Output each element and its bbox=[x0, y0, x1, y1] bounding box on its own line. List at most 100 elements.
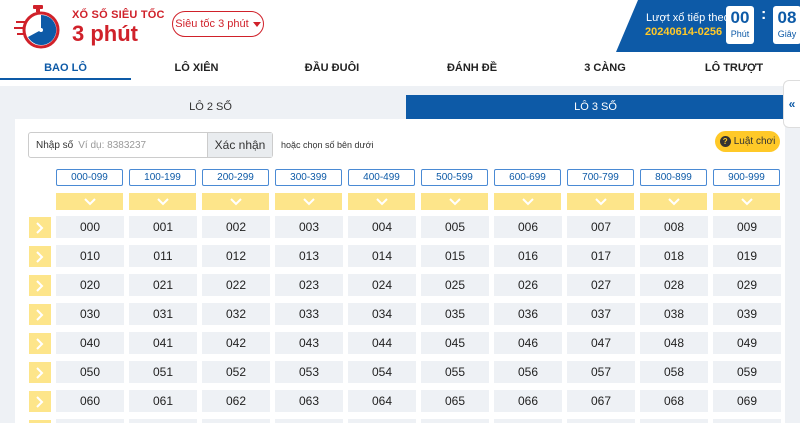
number-cell[interactable]: 007 bbox=[567, 216, 635, 238]
number-cell[interactable]: 010 bbox=[56, 245, 124, 267]
number-cell[interactable]: 014 bbox=[348, 245, 416, 267]
number-cell[interactable]: 059 bbox=[713, 361, 781, 383]
number-cell[interactable]: 033 bbox=[275, 303, 343, 325]
number-cell[interactable]: 011 bbox=[129, 245, 197, 267]
number-cell[interactable]: 047 bbox=[567, 332, 635, 354]
number-cell[interactable]: 001 bbox=[129, 216, 197, 238]
number-cell[interactable]: 013 bbox=[275, 245, 343, 267]
range-expand-button[interactable] bbox=[640, 193, 707, 210]
number-cell[interactable]: 054 bbox=[348, 361, 416, 383]
number-cell[interactable]: 005 bbox=[421, 216, 489, 238]
number-cell[interactable]: 070 bbox=[56, 419, 124, 423]
select-row-button[interactable] bbox=[29, 304, 51, 325]
number-cell[interactable]: 027 bbox=[567, 274, 635, 296]
number-cell[interactable]: 003 bbox=[275, 216, 343, 238]
number-cell[interactable]: 004 bbox=[348, 216, 416, 238]
number-cell[interactable]: 074 bbox=[348, 419, 416, 423]
tab-3-cang[interactable]: 3 CÀNG bbox=[542, 55, 668, 81]
number-cell[interactable]: 019 bbox=[713, 245, 781, 267]
number-cell[interactable]: 040 bbox=[56, 332, 124, 354]
number-cell[interactable]: 051 bbox=[129, 361, 197, 383]
select-row-button[interactable] bbox=[29, 275, 51, 296]
number-cell[interactable]: 076 bbox=[494, 419, 562, 423]
number-cell[interactable]: 034 bbox=[348, 303, 416, 325]
number-cell[interactable]: 061 bbox=[129, 390, 197, 412]
number-cell[interactable]: 028 bbox=[640, 274, 708, 296]
range-button[interactable]: 700-799 bbox=[567, 169, 634, 186]
subtab-lo-3-so[interactable]: LÔ 3 SỐ bbox=[406, 95, 785, 119]
number-cell[interactable]: 066 bbox=[494, 390, 562, 412]
range-button[interactable]: 300-399 bbox=[275, 169, 342, 186]
number-cell[interactable]: 022 bbox=[202, 274, 270, 296]
number-cell[interactable]: 002 bbox=[202, 216, 270, 238]
number-cell[interactable]: 053 bbox=[275, 361, 343, 383]
rules-button[interactable]: ? Luật chơi bbox=[715, 131, 780, 152]
number-cell[interactable]: 049 bbox=[713, 332, 781, 354]
tab-lo-truot[interactable]: LÔ TRƯỢT bbox=[668, 55, 800, 81]
number-cell[interactable]: 042 bbox=[202, 332, 270, 354]
number-cell[interactable]: 023 bbox=[275, 274, 343, 296]
select-row-button[interactable] bbox=[29, 333, 51, 354]
number-cell[interactable]: 052 bbox=[202, 361, 270, 383]
number-cell[interactable]: 000 bbox=[56, 216, 124, 238]
game-mode-dropdown[interactable]: Siêu tốc 3 phút bbox=[172, 11, 264, 37]
range-button[interactable]: 000-099 bbox=[56, 169, 123, 186]
number-cell[interactable]: 079 bbox=[713, 419, 781, 423]
number-cell[interactable]: 025 bbox=[421, 274, 489, 296]
number-cell[interactable]: 065 bbox=[421, 390, 489, 412]
number-cell[interactable]: 015 bbox=[421, 245, 489, 267]
number-cell[interactable]: 021 bbox=[129, 274, 197, 296]
number-cell[interactable]: 020 bbox=[56, 274, 124, 296]
number-cell[interactable]: 026 bbox=[494, 274, 562, 296]
tab-dau-duoi[interactable]: ĐẦU ĐUÔI bbox=[262, 55, 402, 81]
range-button[interactable]: 400-499 bbox=[348, 169, 415, 186]
number-cell[interactable]: 008 bbox=[640, 216, 708, 238]
number-cell[interactable]: 029 bbox=[713, 274, 781, 296]
number-cell[interactable]: 048 bbox=[640, 332, 708, 354]
number-cell[interactable]: 072 bbox=[202, 419, 270, 423]
range-expand-button[interactable] bbox=[348, 193, 415, 210]
range-expand-button[interactable] bbox=[567, 193, 634, 210]
number-cell[interactable]: 038 bbox=[640, 303, 708, 325]
number-cell[interactable]: 041 bbox=[129, 332, 197, 354]
number-cell[interactable]: 024 bbox=[348, 274, 416, 296]
number-cell[interactable]: 071 bbox=[129, 419, 197, 423]
number-cell[interactable]: 068 bbox=[640, 390, 708, 412]
number-cell[interactable]: 055 bbox=[421, 361, 489, 383]
number-cell[interactable]: 046 bbox=[494, 332, 562, 354]
number-cell[interactable]: 069 bbox=[713, 390, 781, 412]
number-cell[interactable]: 077 bbox=[567, 419, 635, 423]
number-cell[interactable]: 078 bbox=[640, 419, 708, 423]
number-cell[interactable]: 058 bbox=[640, 361, 708, 383]
number-cell[interactable]: 073 bbox=[275, 419, 343, 423]
number-cell[interactable]: 060 bbox=[56, 390, 124, 412]
tab-danh-de[interactable]: ĐÁNH ĐỀ bbox=[402, 55, 542, 81]
range-button[interactable]: 800-899 bbox=[640, 169, 707, 186]
number-cell[interactable]: 057 bbox=[567, 361, 635, 383]
number-cell[interactable]: 075 bbox=[421, 419, 489, 423]
number-cell[interactable]: 012 bbox=[202, 245, 270, 267]
select-row-button[interactable] bbox=[29, 246, 51, 267]
number-cell[interactable]: 032 bbox=[202, 303, 270, 325]
range-expand-button[interactable] bbox=[421, 193, 488, 210]
number-cell[interactable]: 056 bbox=[494, 361, 562, 383]
range-button[interactable]: 200-299 bbox=[202, 169, 269, 186]
range-expand-button[interactable] bbox=[129, 193, 196, 210]
select-row-button[interactable] bbox=[29, 217, 51, 238]
number-cell[interactable]: 043 bbox=[275, 332, 343, 354]
number-cell[interactable]: 031 bbox=[129, 303, 197, 325]
number-cell[interactable]: 017 bbox=[567, 245, 635, 267]
number-cell[interactable]: 030 bbox=[56, 303, 124, 325]
number-cell[interactable]: 067 bbox=[567, 390, 635, 412]
number-cell[interactable]: 039 bbox=[713, 303, 781, 325]
number-cell[interactable]: 045 bbox=[421, 332, 489, 354]
number-cell[interactable]: 037 bbox=[567, 303, 635, 325]
range-expand-button[interactable] bbox=[494, 193, 561, 210]
range-button[interactable]: 500-599 bbox=[421, 169, 488, 186]
range-button[interactable]: 600-699 bbox=[494, 169, 561, 186]
number-cell[interactable]: 063 bbox=[275, 390, 343, 412]
confirm-button[interactable]: Xác nhận bbox=[207, 133, 272, 157]
number-cell[interactable]: 044 bbox=[348, 332, 416, 354]
select-row-button[interactable] bbox=[29, 391, 51, 412]
number-input[interactable] bbox=[78, 139, 209, 151]
